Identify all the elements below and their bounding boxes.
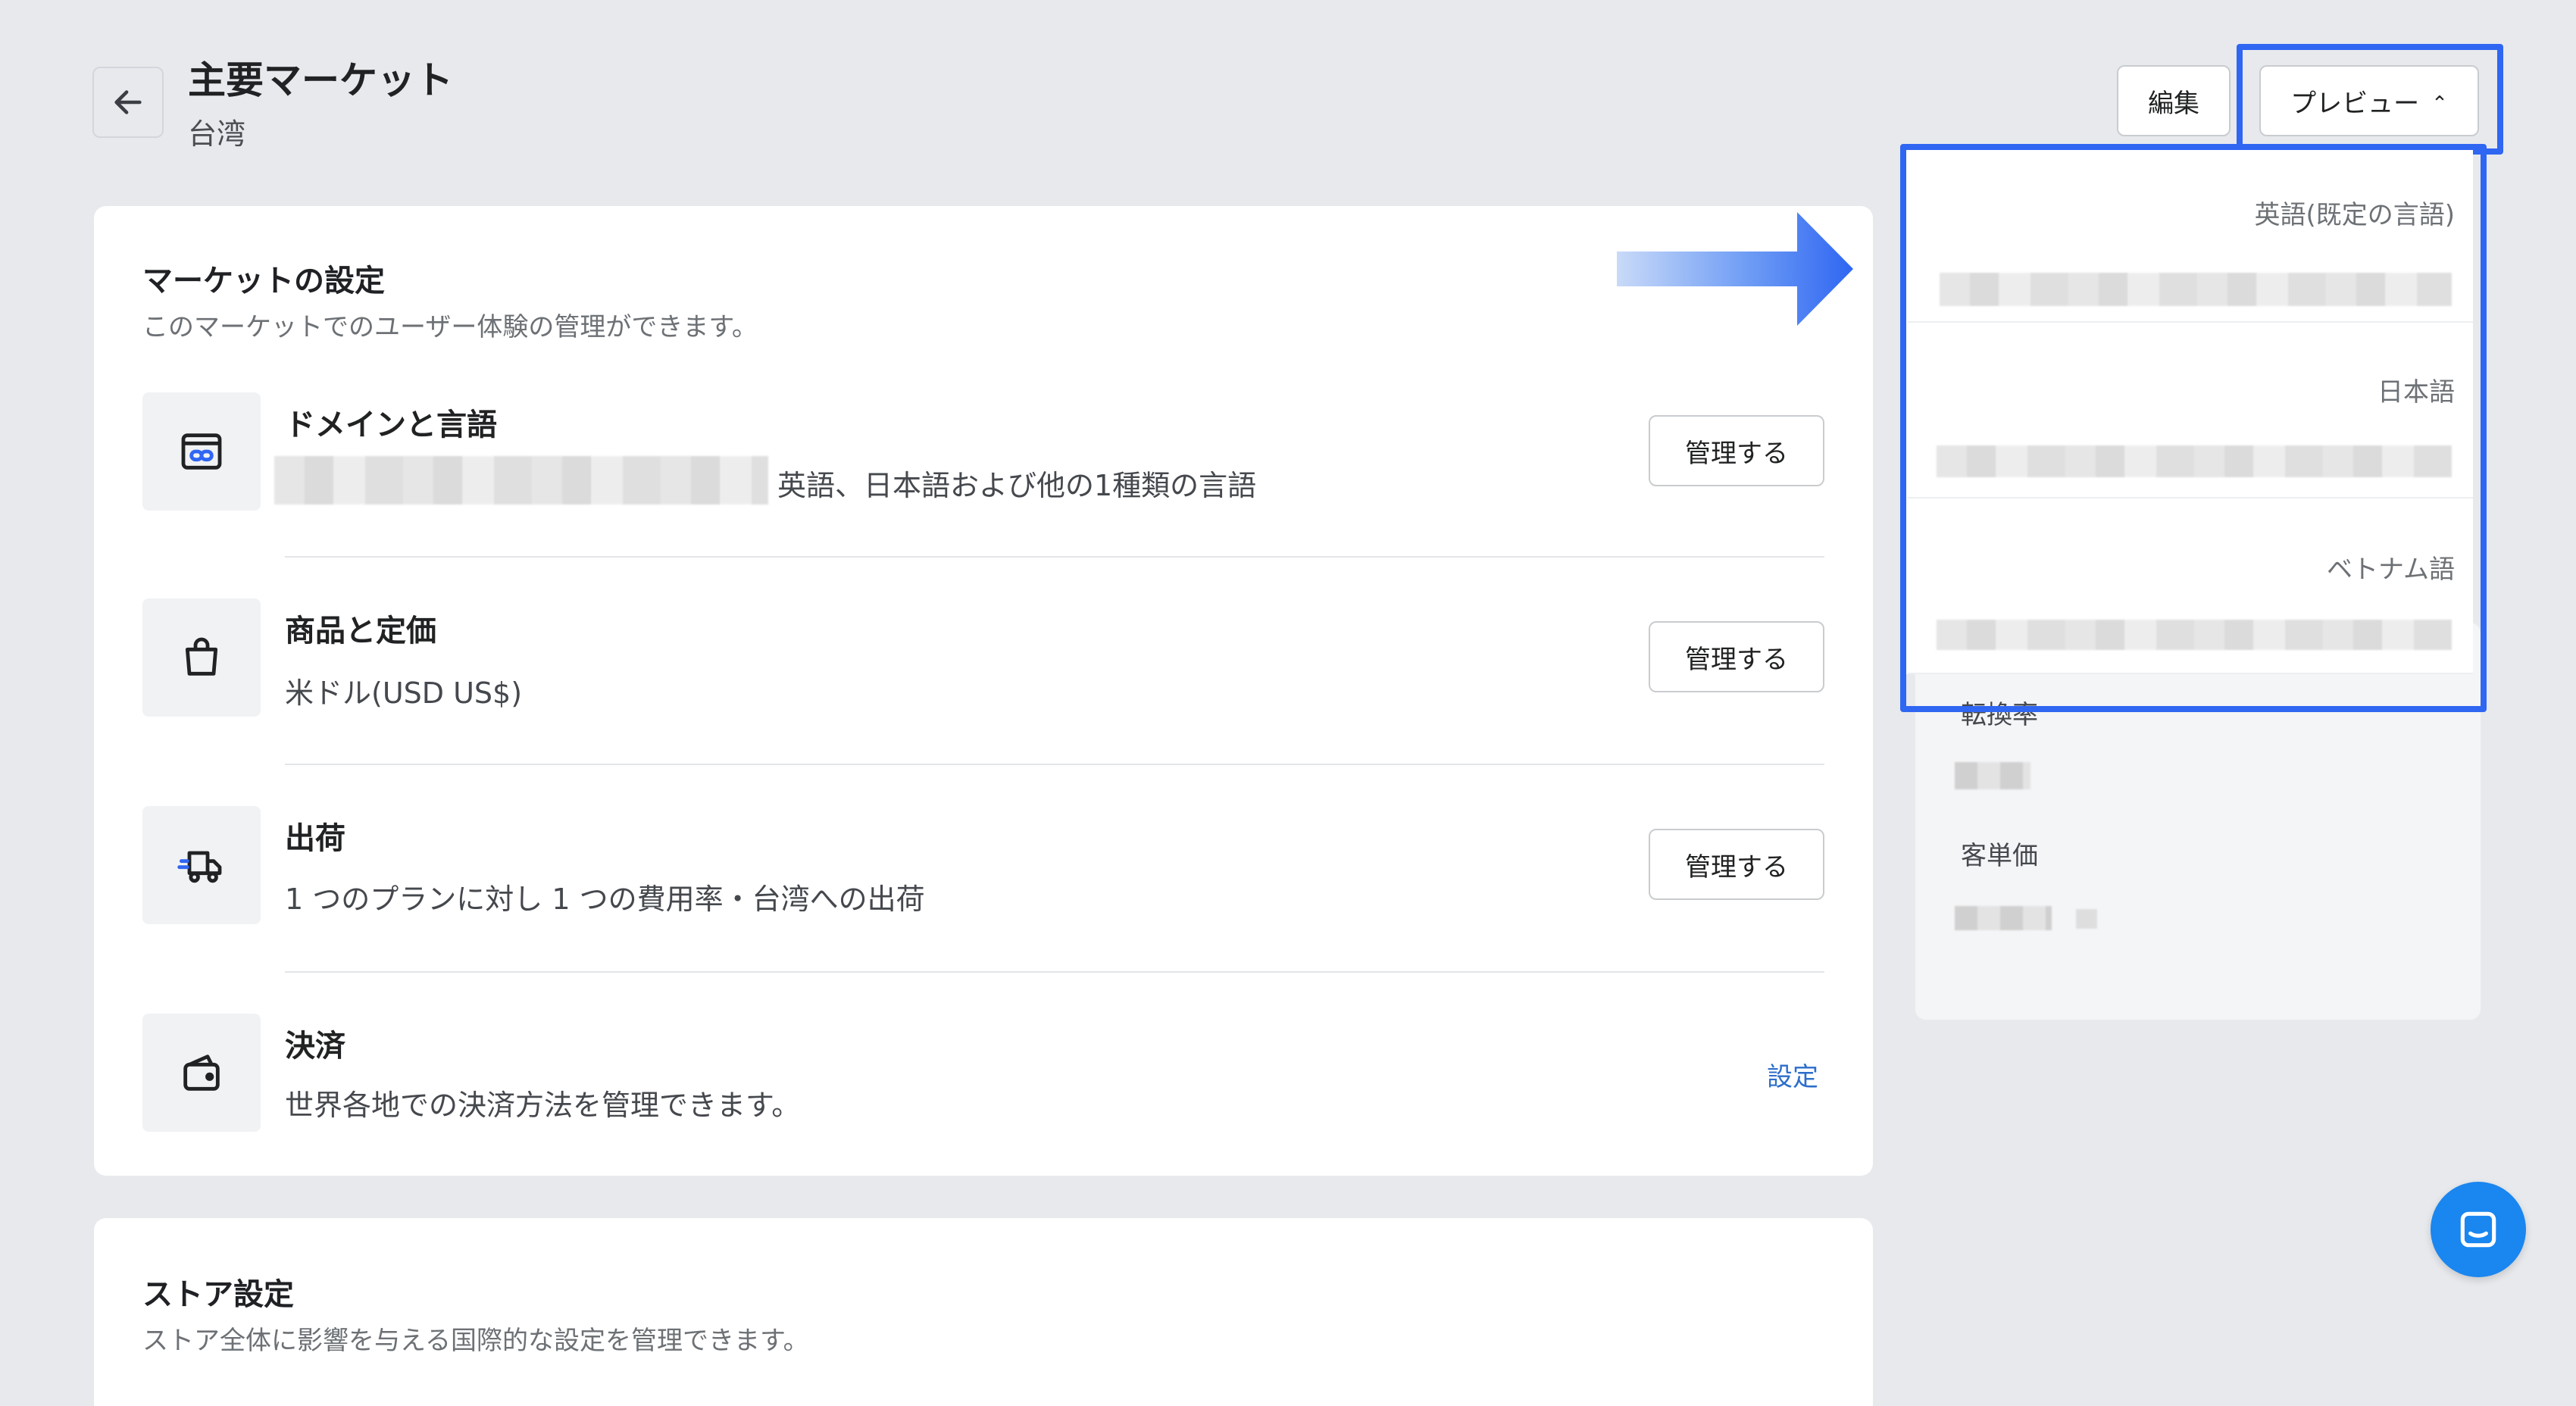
shipping-row-title: 出荷 (285, 821, 345, 856)
manage-domain-button[interactable]: 管理する (1649, 415, 1824, 486)
annotation-arrow-icon (1617, 212, 1853, 326)
products-row-description: 米ドル(USD US$) (285, 676, 523, 710)
back-button[interactable] (92, 67, 164, 138)
manage-products-button[interactable]: 管理する (1649, 621, 1824, 692)
shipping-row-description: 1 つのプランに対し 1 つの費用率・台湾への出荷 (285, 883, 925, 916)
market-settings-description: このマーケットでのユーザー体験の管理ができます。 (142, 312, 758, 342)
store-settings-card (94, 1218, 1873, 1406)
aov-label: 客単価 (1961, 841, 2038, 871)
row-divider (285, 971, 1824, 973)
payments-row-title: 決済 (285, 1029, 345, 1064)
arrow-left-icon (114, 90, 142, 114)
domain-link-icon (142, 392, 261, 511)
redacted-domain (274, 456, 768, 505)
products-row-title: 商品と定価 (285, 614, 436, 648)
payments-settings-link[interactable]: 設定 (1767, 1056, 1818, 1093)
edit-button[interactable]: 編集 (2117, 65, 2231, 136)
store-settings-title: ストア設定 (142, 1277, 294, 1312)
page-subtitle: 台湾 (188, 117, 246, 151)
domain-row-title: ドメインと言語 (285, 408, 497, 442)
dropdown-highlight-box (1900, 144, 2487, 712)
page-title: 主要マーケット (188, 58, 453, 102)
shopping-bag-icon (142, 598, 261, 717)
redacted-conversion-value (1955, 762, 2030, 789)
preview-highlight-box (2237, 44, 2503, 155)
domain-row-description: 英語、日本語および他の1種類の言語 (777, 469, 1257, 502)
shipping-truck-icon (142, 806, 261, 924)
row-divider (285, 556, 1824, 558)
redacted-aov-value (1955, 906, 2052, 930)
store-settings-description: ストア全体に影響を与える国際的な設定を管理できます。 (142, 1326, 809, 1356)
payments-row-description: 世界各地での決済方法を管理できます。 (285, 1089, 801, 1122)
row-divider (285, 764, 1824, 765)
manage-shipping-button[interactable]: 管理する (1649, 829, 1824, 900)
chat-button[interactable] (2431, 1182, 2526, 1277)
wallet-icon (142, 1014, 261, 1132)
redacted-aov-extra (2076, 909, 2097, 929)
market-settings-title: マーケットの設定 (142, 264, 385, 298)
chat-icon (2460, 1211, 2496, 1248)
